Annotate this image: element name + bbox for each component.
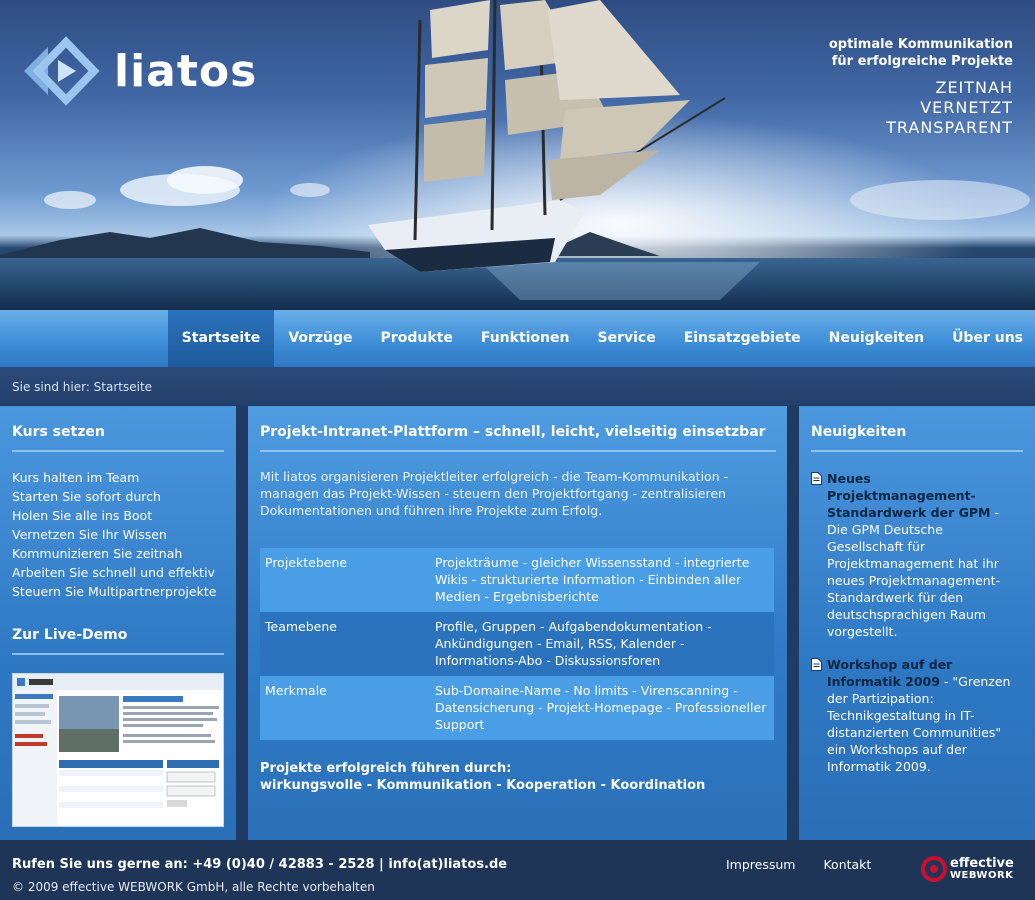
breadcrumb: Sie sind hier: Startseite bbox=[12, 380, 153, 394]
divider bbox=[260, 450, 776, 452]
liatos-logo[interactable]: liatos bbox=[22, 34, 257, 108]
news-body: Die GPM Deutsche Gesellschaft für Projek… bbox=[827, 522, 1001, 639]
liatos-logo-icon bbox=[24, 36, 100, 106]
brand-name: liatos bbox=[114, 45, 258, 97]
features-table: Projektebene Projekträume - gleicher Wis… bbox=[260, 548, 774, 740]
live-demo-title[interactable]: Zur Live-Demo bbox=[12, 627, 127, 643]
left-sidebar: Kurs setzen Kurs halten im Team Starten … bbox=[0, 406, 236, 840]
nav-item-startseite[interactable]: Startseite bbox=[167, 310, 275, 367]
slogan-claims: ZEITNAH VERNETZT TRANSPARENT bbox=[829, 78, 1013, 138]
table-row: Projektebene Projekträume - gleicher Wis… bbox=[260, 548, 774, 612]
news-separator: - bbox=[990, 505, 999, 520]
sidebar-link-arbeiten[interactable]: Arbeiten Sie schnell und effektiv bbox=[12, 563, 216, 582]
news-sidebar: Neuigkeiten Neues Projektmanagement-Stan… bbox=[799, 406, 1035, 840]
claim-zeitnah: ZEITNAH bbox=[935, 78, 1013, 97]
nav-item-einsatzgebiete[interactable]: Einsatzgebiete bbox=[670, 310, 815, 367]
sidebar-link-starten[interactable]: Starten Sie sofort durch bbox=[12, 487, 216, 506]
nav-item-funktionen[interactable]: Funktionen bbox=[467, 310, 584, 367]
nav-item-neuigkeiten[interactable]: Neuigkeiten bbox=[815, 310, 938, 367]
news-headline[interactable]: Workshop auf der Informatik 2009 bbox=[827, 657, 952, 689]
kurs-setzen-title: Kurs setzen bbox=[12, 424, 105, 440]
closing-statement: Projekte erfolgreich führen durch: wirku… bbox=[260, 760, 705, 794]
claim-transparent: TRANSPARENT bbox=[886, 118, 1013, 137]
page: liatos optimale Kommunikation für erfolg… bbox=[0, 0, 1035, 900]
copyright: © 2009 effective WEBWORK GmbH, alle Rech… bbox=[12, 880, 375, 894]
nav-item-ueber-uns[interactable]: Über uns bbox=[938, 310, 1035, 367]
sidebar-link-steuern[interactable]: Steuern Sie Multipartnerprojekte bbox=[12, 582, 216, 601]
document-icon bbox=[811, 472, 822, 485]
kurs-setzen-links: Kurs halten im Team Starten Sie sofort d… bbox=[12, 468, 216, 601]
news-headline[interactable]: Neues Projektmanagement-Standardwerk der… bbox=[827, 471, 990, 520]
effective-webwork-logo-icon bbox=[921, 856, 947, 882]
divider bbox=[811, 450, 1023, 452]
slogan-line-2: für erfolgreiche Projekte bbox=[831, 54, 1013, 69]
footer-link-kontakt[interactable]: Kontakt bbox=[823, 857, 871, 872]
effective-webwork-logo[interactable]: effective WEBWORK bbox=[921, 856, 1014, 882]
main-title: Projekt-Intranet-Plattform – schnell, le… bbox=[260, 424, 766, 440]
footer-links: Impressum Kontakt bbox=[726, 857, 895, 872]
feature-text: Profile, Gruppen - Aufgabendokumentation… bbox=[430, 612, 774, 676]
partner-name-line-2: WEBWORK bbox=[950, 869, 1014, 881]
feature-label: Merkmale bbox=[260, 676, 430, 740]
main-navigation: Startseite Vorzüge Produkte Funktionen S… bbox=[0, 310, 1035, 367]
slogan-line-1: optimale Kommunikation bbox=[828, 37, 1013, 52]
document-icon bbox=[811, 658, 822, 671]
news-body: "Grenzen der Partizipation: Technikgesta… bbox=[827, 674, 1011, 774]
slogan: optimale Kommunikation für erfolgreiche … bbox=[829, 36, 1013, 138]
news-item[interactable]: Neues Projektmanagement-Standardwerk der… bbox=[811, 470, 1023, 640]
sidebar-link-holen[interactable]: Holen Sie alle ins Boot bbox=[12, 506, 216, 525]
sidebar-link-vernetzen[interactable]: Vernetzen Sie Ihr Wissen bbox=[12, 525, 216, 544]
header-hero: liatos optimale Kommunikation für erfolg… bbox=[0, 0, 1035, 310]
live-demo-screenshot[interactable] bbox=[12, 673, 224, 827]
divider bbox=[12, 653, 224, 655]
divider bbox=[12, 450, 224, 452]
nav-item-service[interactable]: Service bbox=[583, 310, 669, 367]
claim-vernetzt: VERNETZT bbox=[920, 98, 1013, 117]
table-row: Merkmale Sub-Domaine-Name - No limits - … bbox=[260, 676, 774, 740]
demo-preview-image bbox=[13, 674, 223, 826]
feature-label: Teamebene bbox=[260, 612, 430, 676]
intro-text: Mit liatos organisieren Projektleiter er… bbox=[260, 469, 729, 518]
feature-text: Sub-Domaine-Name - No limits - Virenscan… bbox=[430, 676, 774, 740]
news-title: Neuigkeiten bbox=[811, 424, 907, 440]
main-content: Projekt-Intranet-Plattform – schnell, le… bbox=[248, 406, 787, 840]
closing-line-2: wirkungsvolle - Kommunikation - Kooperat… bbox=[260, 778, 706, 793]
breadcrumb-bar: Sie sind hier: Startseite bbox=[0, 367, 1035, 405]
footer-link-impressum[interactable]: Impressum bbox=[726, 857, 795, 872]
feature-label: Projektebene bbox=[260, 548, 430, 612]
contact-info: Rufen Sie uns gerne an: +49 (0)40 / 4288… bbox=[12, 857, 508, 872]
closing-line-1: Projekte erfolgreich führen durch: bbox=[260, 761, 512, 776]
nav-item-vorzuege[interactable]: Vorzüge bbox=[274, 310, 366, 367]
feature-text: Projekträume - gleicher Wissensstand - i… bbox=[430, 548, 774, 612]
news-separator: - bbox=[939, 674, 953, 689]
nav-item-produkte[interactable]: Produkte bbox=[367, 310, 467, 367]
table-row: Teamebene Profile, Gruppen - Aufgabendok… bbox=[260, 612, 774, 676]
partner-name-line-1: effective bbox=[950, 855, 1014, 871]
news-item[interactable]: Workshop auf der Informatik 2009 - "Gren… bbox=[811, 656, 1023, 775]
sidebar-link-kommunizieren[interactable]: Kommunizieren Sie zeitnah bbox=[12, 544, 216, 563]
footer: Rufen Sie uns gerne an: +49 (0)40 / 4288… bbox=[0, 840, 1035, 900]
sidebar-link-kurs-halten[interactable]: Kurs halten im Team bbox=[12, 468, 216, 487]
